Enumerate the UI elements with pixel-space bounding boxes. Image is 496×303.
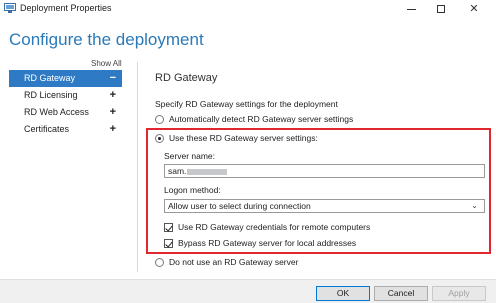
minimize-button[interactable] bbox=[396, 0, 426, 18]
show-all-link[interactable]: Show All bbox=[91, 59, 122, 68]
use-settings-label: Use these RD Gateway server settings: bbox=[169, 133, 318, 143]
close-icon: ✕ bbox=[469, 3, 479, 15]
section-description: Specify RD Gateway settings for the depl… bbox=[155, 99, 338, 109]
checkbox-checked-icon bbox=[164, 238, 173, 248]
server-name-input[interactable]: sam. bbox=[164, 164, 485, 178]
title-bar: Deployment Properties ✕ bbox=[0, 0, 496, 18]
ok-button[interactable]: OK bbox=[316, 286, 370, 301]
no-gateway-radio[interactable]: Do not use an RD Gateway server bbox=[155, 256, 298, 268]
expand-icon: + bbox=[109, 123, 116, 135]
section-title: RD Gateway bbox=[155, 72, 218, 84]
logon-method-value: Allow user to select during connection bbox=[168, 201, 311, 211]
page-title: Configure the deployment bbox=[9, 30, 204, 49]
maximize-button[interactable] bbox=[426, 0, 456, 18]
expand-icon: + bbox=[109, 89, 116, 101]
sidebar-item-rd-web-access[interactable]: RD Web Access + bbox=[9, 104, 122, 121]
bypass-checkbox[interactable]: Bypass RD Gateway server for local addre… bbox=[164, 237, 356, 249]
expand-icon: + bbox=[109, 106, 116, 118]
maximize-icon bbox=[437, 5, 445, 14]
server-manager-icon bbox=[4, 3, 16, 13]
chevron-down-icon: ⌄ bbox=[471, 201, 478, 210]
logon-method-dropdown[interactable]: Allow user to select during connection ⌄ bbox=[164, 199, 485, 213]
radio-selected-icon bbox=[155, 133, 164, 143]
no-gateway-label: Do not use an RD Gateway server bbox=[169, 257, 299, 267]
dialog-footer: OK Cancel Apply bbox=[0, 279, 496, 303]
apply-button[interactable]: Apply bbox=[432, 286, 486, 301]
pane-divider bbox=[137, 62, 138, 272]
bypass-checkbox-label: Bypass RD Gateway server for local addre… bbox=[178, 238, 357, 248]
sidebar-item-rd-licensing[interactable]: RD Licensing + bbox=[9, 87, 122, 104]
sidebar-item-rd-gateway[interactable]: RD Gateway − bbox=[9, 70, 122, 87]
sidebar-item-label: RD Licensing bbox=[24, 90, 78, 100]
window-title: Deployment Properties bbox=[20, 3, 112, 13]
minimize-icon bbox=[406, 8, 416, 10]
radio-button-icon bbox=[155, 257, 164, 267]
sidebar-item-label: Certificates bbox=[24, 124, 70, 134]
server-name-label: Server name: bbox=[164, 151, 216, 161]
sidebar-item-label: RD Gateway bbox=[24, 73, 76, 83]
sidebar-nav: RD Gateway − RD Licensing + RD Web Acces… bbox=[9, 70, 122, 138]
server-name-value: sam. bbox=[168, 166, 187, 176]
credentials-checkbox[interactable]: Use RD Gateway credentials for remote co… bbox=[164, 221, 370, 233]
checkbox-checked-icon bbox=[164, 222, 173, 232]
sidebar-item-certificates[interactable]: Certificates + bbox=[9, 121, 122, 138]
auto-detect-label: Automatically detect RD Gateway server s… bbox=[169, 114, 354, 124]
credentials-checkbox-label: Use RD Gateway credentials for remote co… bbox=[178, 222, 371, 232]
radio-button-icon bbox=[155, 114, 164, 124]
use-settings-radio[interactable]: Use these RD Gateway server settings: bbox=[155, 132, 318, 144]
redacted-text bbox=[187, 168, 228, 175]
cancel-button[interactable]: Cancel bbox=[374, 286, 428, 301]
auto-detect-radio[interactable]: Automatically detect RD Gateway server s… bbox=[155, 113, 353, 125]
sidebar-item-label: RD Web Access bbox=[24, 107, 89, 117]
logon-method-label: Logon method: bbox=[164, 185, 221, 195]
collapse-icon: − bbox=[109, 72, 116, 84]
close-button[interactable]: ✕ bbox=[459, 0, 489, 18]
